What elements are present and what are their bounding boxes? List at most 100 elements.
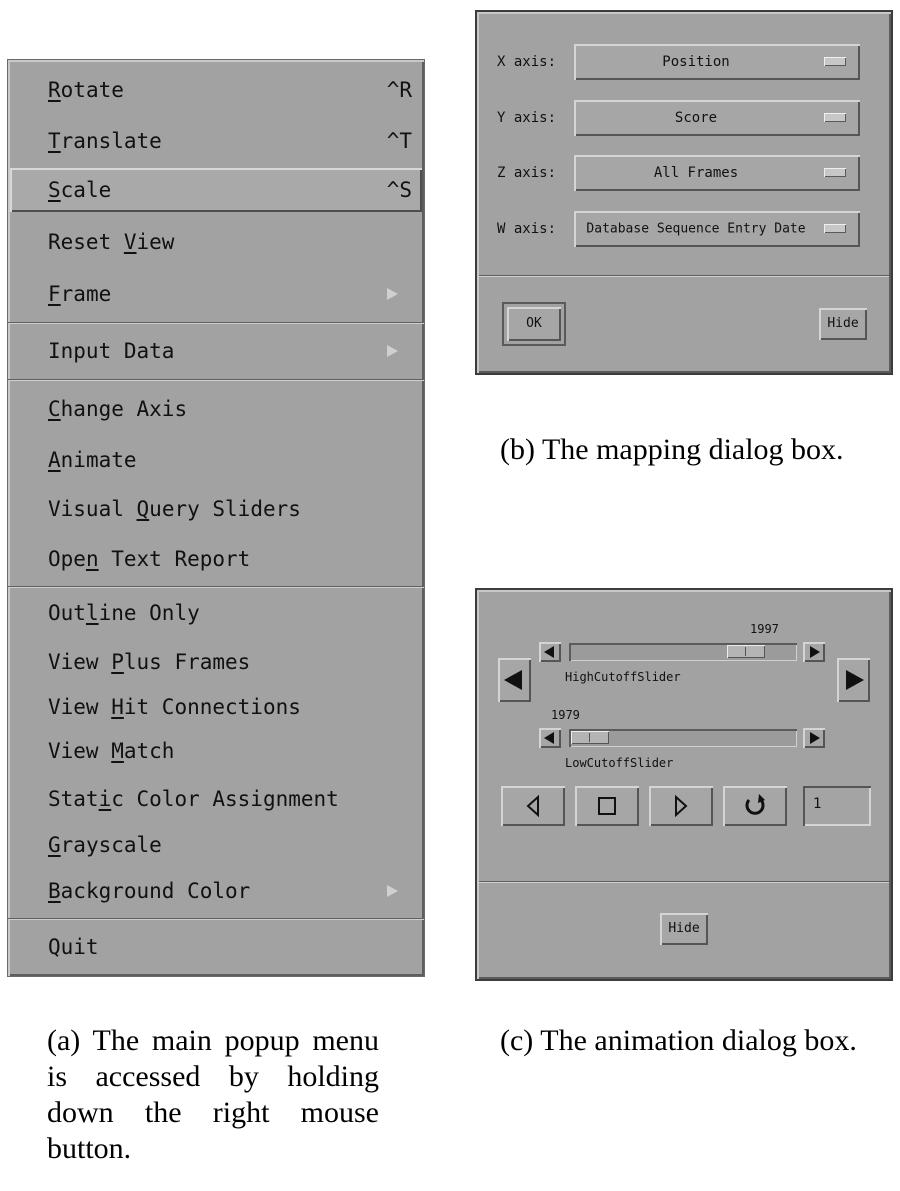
stop-icon xyxy=(598,797,616,815)
accelerator: ^S xyxy=(386,178,412,202)
menu-item-label: Quit xyxy=(48,935,99,959)
menu-item-label: Open Text Report xyxy=(48,547,251,571)
menu-separator xyxy=(8,379,424,381)
menu-item-label: Translate xyxy=(48,129,162,153)
step-field[interactable]: 1 xyxy=(803,786,871,826)
menu-item-change-axis[interactable]: Change Axis xyxy=(12,384,420,434)
menu-item-label: View Hit Connections xyxy=(48,695,301,719)
menu-item-quit[interactable]: Quit xyxy=(12,922,420,972)
menu-item-grayscale[interactable]: Grayscale xyxy=(12,820,420,870)
menu-item-view-match[interactable]: View Match xyxy=(12,726,420,776)
step-back-large-button[interactable] xyxy=(498,658,531,702)
loop-icon xyxy=(745,794,765,815)
submenu-arrow-icon xyxy=(387,345,398,357)
dialog-separator xyxy=(479,881,889,883)
ok-button[interactable]: OK xyxy=(502,302,566,346)
menu-item-input-data[interactable]: Input Data xyxy=(12,326,420,376)
play-backward-button[interactable] xyxy=(501,786,565,826)
menu-item-outline-only[interactable]: Outline Only xyxy=(12,588,420,638)
menu-item-label: Animate xyxy=(48,448,137,472)
menu-item-label: Reset View xyxy=(48,230,175,254)
hide-button[interactable]: Hide xyxy=(819,308,867,340)
slider-thumb[interactable] xyxy=(571,731,609,744)
dialog-separator xyxy=(479,275,889,277)
arrow-right-icon xyxy=(810,732,820,744)
arrow-right-icon xyxy=(810,646,820,658)
low-slider-left-button[interactable] xyxy=(539,728,561,748)
menu-item-animate[interactable]: Animate xyxy=(12,435,420,485)
menu-item-background-color[interactable]: Background Color xyxy=(12,866,420,916)
arrow-left-icon xyxy=(544,646,554,658)
slider-thumb[interactable] xyxy=(727,645,766,658)
loop-button[interactable] xyxy=(723,786,787,826)
menu-item-scale[interactable]: Scale ^S xyxy=(10,168,422,212)
w-axis-dropdown[interactable]: Database Sequence Entry Date xyxy=(574,211,860,247)
menu-separator xyxy=(8,322,424,324)
stop-button[interactable] xyxy=(575,786,639,826)
menu-item-static-color-assignment[interactable]: Static Color Assignment xyxy=(12,774,420,824)
option-menu-indicator-icon xyxy=(824,57,846,66)
step-value: 1 xyxy=(813,796,822,812)
main-popup-menu: Rotate ^R Translate ^T Scale ^S Reset Vi… xyxy=(7,59,425,977)
option-menu-indicator-icon xyxy=(824,113,846,122)
menu-item-label: View Plus Frames xyxy=(48,650,251,674)
mapping-dialog: X axis: Position Y axis: Score Z axis: A… xyxy=(475,10,893,375)
accelerator: ^R xyxy=(386,78,412,102)
high-cutoff-slider[interactable] xyxy=(569,643,797,661)
menu-item-label: Input Data xyxy=(48,339,175,363)
arrow-right-icon xyxy=(846,670,864,690)
hide-button[interactable]: Hide xyxy=(660,913,708,945)
x-axis-dropdown[interactable]: Position xyxy=(574,44,860,80)
menu-item-visual-query-sliders[interactable]: Visual Query Sliders xyxy=(12,484,420,534)
w-axis-label: W axis: xyxy=(497,221,557,237)
w-axis-value: Database Sequence Entry Date xyxy=(586,221,806,237)
y-axis-value: Score xyxy=(674,110,718,126)
z-axis-dropdown[interactable]: All Frames xyxy=(574,155,860,191)
menu-item-open-text-report[interactable]: Open Text Report xyxy=(12,534,420,584)
animation-dialog: 1997 HighCutoffSlider 1979 LowCutoffSlid… xyxy=(475,588,893,981)
accelerator: ^T xyxy=(386,129,412,153)
menu-item-label: Frame xyxy=(48,282,112,306)
option-menu-indicator-icon xyxy=(824,224,846,233)
play-forward-icon xyxy=(675,794,688,818)
menu-item-reset-view[interactable]: Reset View xyxy=(12,217,420,267)
menu-item-label: Change Axis xyxy=(48,397,188,421)
submenu-arrow-icon xyxy=(387,885,398,897)
arrow-left-icon xyxy=(544,732,554,744)
menu-separator xyxy=(8,918,424,920)
x-axis-value: Position xyxy=(662,54,730,70)
z-axis-label: Z axis: xyxy=(497,165,557,181)
high-cutoff-label: HighCutoffSlider xyxy=(565,670,681,684)
high-slider-right-button[interactable] xyxy=(803,642,825,662)
x-axis-label: X axis: xyxy=(497,54,557,70)
menu-item-view-hit-connections[interactable]: View Hit Connections xyxy=(12,682,420,732)
play-backward-icon xyxy=(526,794,539,818)
low-cutoff-value: 1979 xyxy=(551,708,580,722)
y-axis-dropdown[interactable]: Score xyxy=(574,100,860,136)
submenu-arrow-icon xyxy=(387,288,398,300)
z-axis-value: All Frames xyxy=(653,165,739,181)
menu-item-label: View Match xyxy=(48,739,175,763)
menu-item-translate[interactable]: Translate ^T xyxy=(12,116,420,166)
menu-item-view-plus-frames[interactable]: View Plus Frames xyxy=(12,637,420,687)
high-cutoff-value: 1997 xyxy=(750,622,779,636)
menu-item-label: Static Color Assignment xyxy=(48,787,339,811)
high-slider-left-button[interactable] xyxy=(539,642,561,662)
option-menu-indicator-icon xyxy=(824,168,846,177)
menu-item-label: Outline Only xyxy=(48,601,200,625)
arrow-left-icon xyxy=(504,670,522,690)
play-forward-button[interactable] xyxy=(649,786,713,826)
menu-item-label: Visual Query Sliders xyxy=(48,497,301,521)
low-cutoff-slider[interactable] xyxy=(569,729,797,747)
menu-item-rotate[interactable]: Rotate ^R xyxy=(12,65,420,115)
caption-a: (a) The main popup menu is accessed by h… xyxy=(47,1024,379,1165)
menu-item-label: Grayscale xyxy=(48,833,162,857)
step-forward-large-button[interactable] xyxy=(837,658,870,702)
low-slider-right-button[interactable] xyxy=(803,728,825,748)
low-cutoff-label: LowCutoffSlider xyxy=(565,756,674,770)
menu-item-label: Scale xyxy=(48,178,112,202)
menu-item-frame[interactable]: Frame xyxy=(12,269,420,319)
y-axis-label: Y axis: xyxy=(497,110,557,126)
menu-item-label: Background Color xyxy=(48,879,251,903)
menu-item-label: Rotate xyxy=(48,78,124,102)
